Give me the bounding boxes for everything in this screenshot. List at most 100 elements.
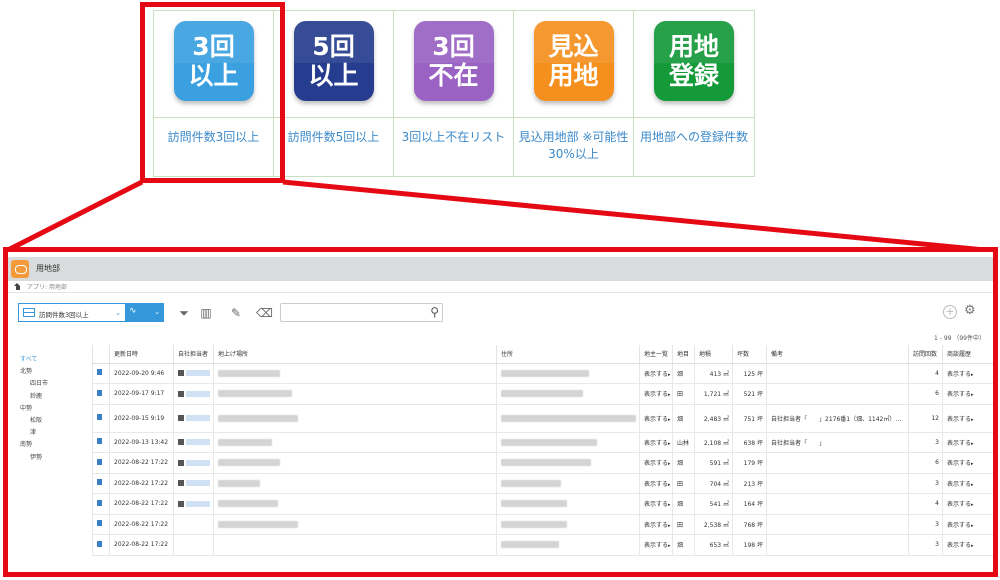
tile-icon[interactable]: 用地 登録	[654, 21, 734, 101]
search-input[interactable]: ⚲	[280, 303, 443, 322]
stage: 3回 以上 訪問件数3回以上 5回 以上 訪問件数5回以上 3回 不在 3回以上不在リスト 見込用…	[0, 0, 1000, 580]
eraser-icon[interactable]: ⌫	[256, 305, 273, 321]
updated-at: 2022-08-22 17:22	[114, 500, 169, 508]
negotiation-history-toggle[interactable]: 表示する	[947, 481, 971, 488]
report-tile[interactable]: 見込 用地見込用地部 ※可能性30%以上	[514, 11, 634, 176]
record-detail-icon[interactable]	[97, 369, 102, 376]
owner-list-toggle[interactable]: 表示する	[644, 522, 668, 529]
column-header[interactable]: 住所	[496, 345, 640, 364]
table-cell	[496, 383, 640, 405]
negotiation-history-toggle[interactable]: 表示する	[947, 460, 971, 467]
table-cell: 213 坪	[732, 473, 767, 494]
column-header[interactable]: 坪数	[732, 345, 767, 364]
tile-icon-text: 以上	[308, 61, 359, 90]
column-header[interactable]: 地目	[672, 345, 695, 364]
tile-divider	[634, 117, 754, 118]
tile-caption[interactable]: 訪問件数5回以上	[278, 129, 389, 146]
column-header[interactable]: 更新日時	[109, 345, 174, 364]
negotiation-history-toggle[interactable]: 表示する	[947, 542, 971, 549]
record-detail-icon[interactable]	[97, 458, 102, 465]
report-tile[interactable]: 用地 登録用地部への登録件数	[634, 11, 754, 176]
sidebar-item[interactable]: 南勢	[20, 439, 48, 451]
tile-caption[interactable]: 見込用地部 ※可能性30%以上	[518, 129, 629, 163]
sidebar-item[interactable]: 四日市	[20, 378, 48, 390]
sidebar-item[interactable]: すべて	[20, 354, 48, 366]
caret-right-icon: ▸	[668, 502, 671, 509]
record-detail-icon[interactable]	[97, 389, 102, 396]
column-header[interactable]: 備考	[766, 345, 909, 364]
column-header[interactable]: 地積	[694, 345, 733, 364]
view-select[interactable]: 訪問件数3回以上 ⌄	[18, 303, 126, 322]
owner-list-toggle[interactable]: 表示する	[644, 481, 668, 488]
negotiation-history-toggle[interactable]: 表示する	[947, 416, 971, 423]
record-detail-icon[interactable]	[97, 499, 102, 506]
land-area: 413 ㎡	[709, 370, 729, 378]
record-detail-icon[interactable]	[97, 414, 102, 420]
column-header[interactable]: 自社担当者	[173, 345, 214, 364]
negotiation-history-toggle[interactable]: 表示する	[947, 391, 971, 398]
gear-icon[interactable]: ⚙	[964, 303, 976, 318]
sidebar-item[interactable]: 北勢	[20, 366, 48, 378]
table-cell	[92, 452, 110, 474]
tile-icon[interactable]: 見込 用地	[533, 21, 614, 101]
sidebar-item[interactable]: 伊勢	[20, 452, 48, 464]
table-cell	[173, 432, 214, 453]
filter-icon[interactable]: ⏷	[176, 305, 192, 321]
owner-list-toggle[interactable]: 表示する	[644, 371, 668, 378]
column-header[interactable]: 地上げ場所	[213, 345, 497, 364]
table-row[interactable]: 2022-08-22 17:22 表示する▸ 畑 541 ㎡ 164 坪 4 表示する▸	[92, 493, 993, 515]
record-detail-icon[interactable]	[97, 540, 102, 547]
table-cell: 表示する▸	[942, 534, 993, 556]
negotiation-history-toggle[interactable]: 表示する	[947, 501, 971, 508]
table-row[interactable]: 2022-08-22 17:22 表示する▸ 畑 591 ㎡ 179 坪 6 表示する▸	[92, 452, 993, 474]
sidebar-item[interactable]: 津	[20, 427, 48, 439]
record-detail-icon[interactable]	[97, 438, 102, 445]
table-row[interactable]: 2022-08-22 17:22 表示する▸ 田 704 ㎡ 213 坪 3 表示する▸	[92, 473, 993, 494]
table-cell: 表示する▸	[639, 514, 673, 535]
record-detail-icon[interactable]	[97, 479, 102, 486]
home-icon[interactable]	[14, 283, 21, 290]
column-header[interactable]	[92, 345, 110, 364]
add-record-button[interactable]: +	[943, 305, 957, 319]
tile-caption[interactable]: 3回以上不在リスト	[398, 129, 509, 146]
owner-list-toggle[interactable]: 表示する	[644, 501, 668, 508]
sidebar-item[interactable]: 中勢	[20, 403, 48, 415]
report-tile[interactable]: 3回 不在 3回以上不在リスト	[394, 11, 514, 176]
table-row[interactable]: 2022-09-13 13:42 表示する▸ 山林 2,108 ㎡ 638 坪自社担当者…	[92, 432, 993, 453]
tile-caption[interactable]: 用地部への登録件数	[638, 129, 750, 146]
owner-list-toggle[interactable]: 表示する	[644, 460, 668, 467]
sidebar-item[interactable]: 鈴鹿	[20, 391, 48, 403]
tsubo-count: 164 坪	[743, 501, 763, 509]
graph-button[interactable]: ∿ ⌄	[126, 303, 164, 322]
tile-icon[interactable]: 3回 不在	[413, 21, 494, 101]
negotiation-history-toggle[interactable]: 表示する	[947, 522, 971, 529]
assignee-name-redacted	[186, 370, 210, 377]
column-header[interactable]: 訪問回数	[908, 345, 943, 364]
breadcrumb-app-link[interactable]: アプリ: 用地部	[27, 282, 67, 291]
table-cell	[496, 514, 640, 535]
assignee-name-redacted	[186, 415, 210, 421]
report-tile[interactable]: 5回 以上訪問件数5回以上	[274, 11, 394, 176]
caret-right-icon: ▸	[668, 461, 671, 468]
owner-list-toggle[interactable]: 表示する	[644, 416, 668, 423]
table-cell: 2022-09-17 9:17	[109, 383, 174, 405]
owner-list-toggle[interactable]: 表示する	[644, 542, 668, 549]
table-row[interactable]: 2022-08-22 17:22 表示する▸ 畑 653 ㎡ 198 坪 3 表示する▸	[92, 534, 993, 556]
edit-pencil-icon[interactable]: ✎	[228, 305, 244, 321]
search-icon[interactable]: ⚲	[430, 305, 439, 319]
bar-chart-icon[interactable]: ▥	[198, 305, 214, 321]
tsubo-count: 521 坪	[743, 391, 763, 399]
negotiation-history-toggle[interactable]: 表示する	[947, 371, 971, 378]
table-row[interactable]: 2022-08-22 17:22 表示する▸ 田 2,538 ㎡ 768 坪 3 表示する▸	[92, 514, 993, 535]
tile-icon[interactable]: 5回 以上	[293, 21, 374, 101]
sidebar-item[interactable]: 松阪	[20, 415, 48, 427]
table-row[interactable]: 2022-09-20 9:46 表示する▸ 畑 413 ㎡ 125 坪 4 表示する▸	[92, 363, 993, 384]
column-header[interactable]: 地主一覧	[639, 345, 673, 364]
owner-list-toggle[interactable]: 表示する	[644, 440, 668, 447]
record-detail-icon[interactable]	[97, 520, 102, 527]
table-row[interactable]: 2022-09-17 9:17 表示する▸ 田 1,721 ㎡ 521 坪 6 表示する▸	[92, 383, 993, 405]
column-header[interactable]: 商談履歴	[942, 345, 993, 364]
negotiation-history-toggle[interactable]: 表示する	[947, 440, 971, 447]
owner-list-toggle[interactable]: 表示する	[644, 391, 668, 398]
table-row[interactable]: 2022-09-15 9:19 表示する▸ 畑 2,483 ㎡ 751 坪自社担当者「 …	[92, 404, 993, 433]
